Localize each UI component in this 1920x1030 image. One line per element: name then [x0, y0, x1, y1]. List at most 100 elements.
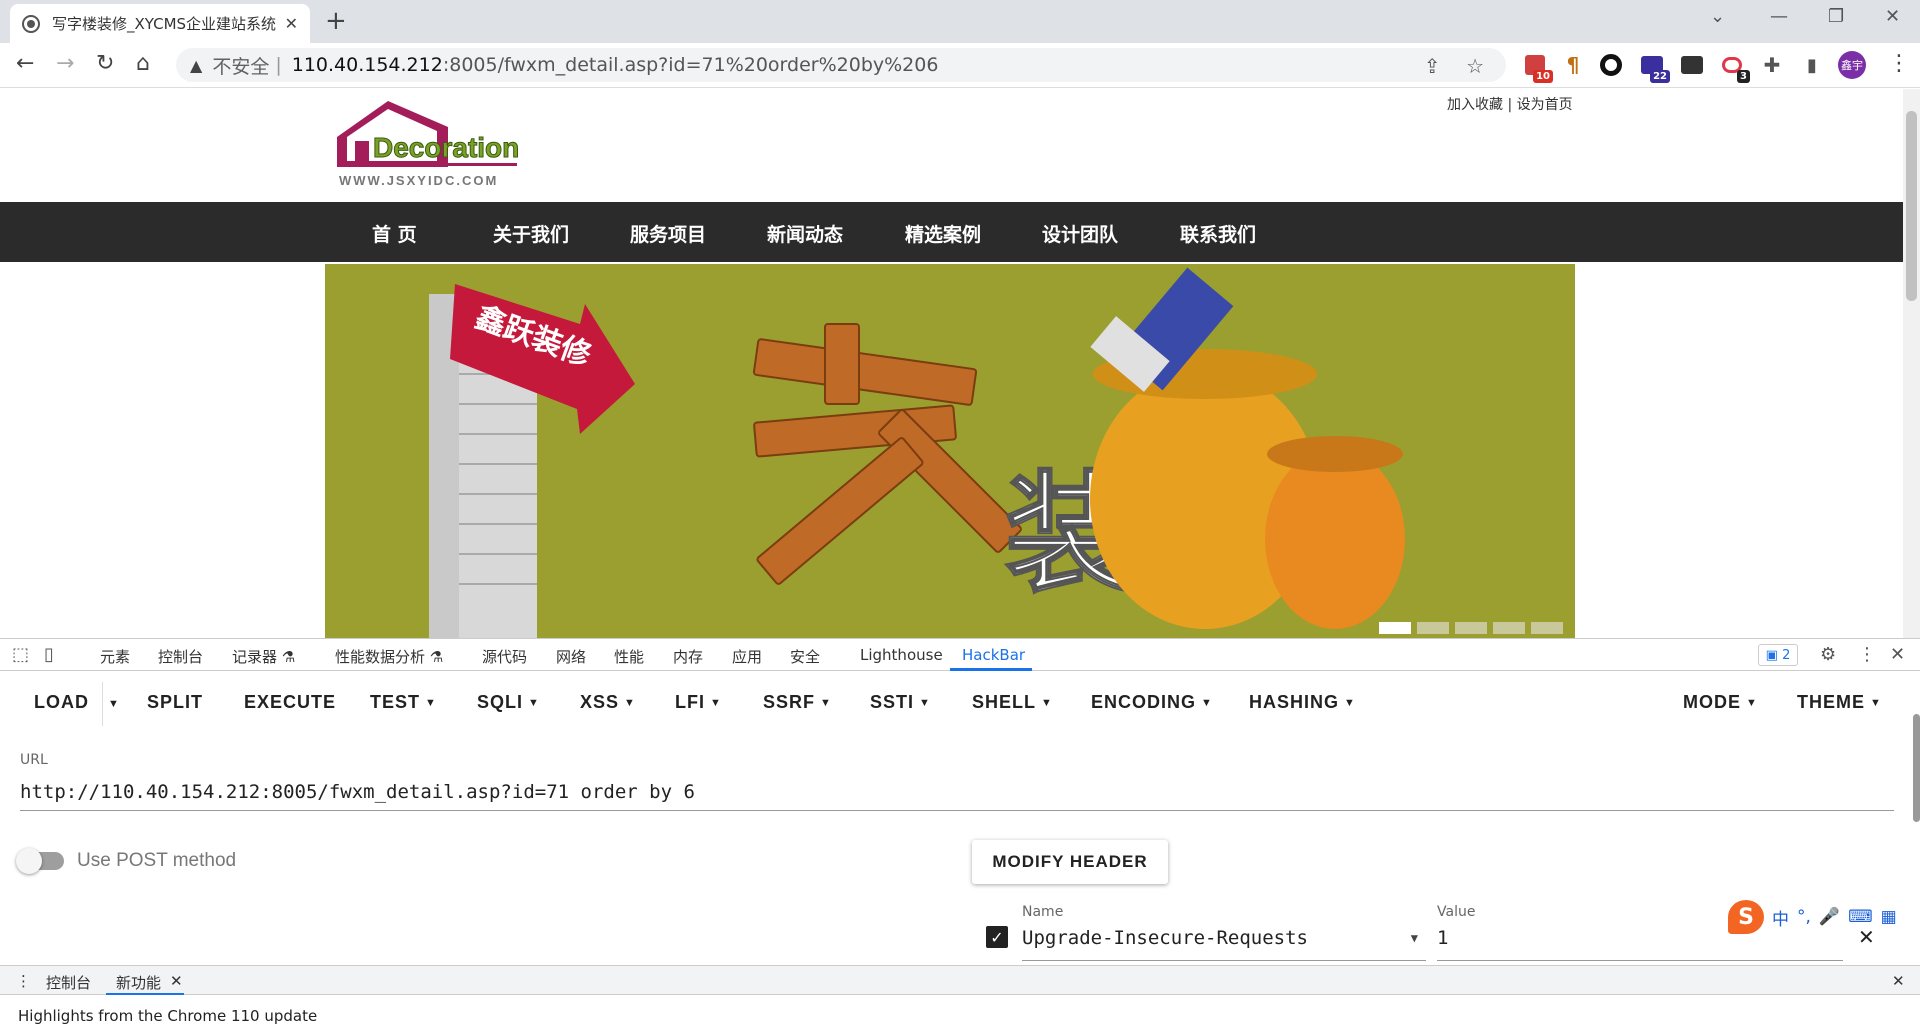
- tab-performance-insights[interactable]: 性能数据分析 ⚗: [335, 646, 443, 667]
- drawer-close-icon[interactable]: ✕: [1892, 972, 1905, 990]
- nav-item-services[interactable]: 服务项目: [630, 220, 706, 247]
- shell-menu[interactable]: SHELL ▼: [972, 692, 1053, 713]
- extension-badge: 3: [1737, 70, 1750, 83]
- nav-item-contact[interactable]: 联系我们: [1180, 220, 1256, 247]
- apps-grid-icon[interactable]: ▦: [1881, 907, 1897, 927]
- drawer-tab-console[interactable]: 控制台: [46, 972, 91, 993]
- header-name-field[interactable]: Upgrade-Insecure-Requests ▼: [1022, 927, 1426, 961]
- drawer-menu-icon[interactable]: ⋮: [16, 972, 31, 990]
- sogou-icon[interactable]: S: [1728, 900, 1764, 934]
- load-button[interactable]: LOAD: [34, 692, 89, 713]
- tab-sources[interactable]: 源代码: [482, 646, 527, 667]
- drawer-tab-whats-new[interactable]: 新功能: [116, 972, 161, 993]
- logo-url: WWW.JSXYIDC.COM: [339, 173, 498, 188]
- circle-extension-icon[interactable]: [1599, 53, 1623, 77]
- nav-item-news[interactable]: 新闻动态: [767, 220, 843, 247]
- hackbar-scrollbar[interactable]: [1910, 672, 1920, 852]
- ssti-menu[interactable]: SSTI ▼: [870, 692, 931, 713]
- terminal-extension-icon[interactable]: [1680, 53, 1704, 77]
- device-toolbar-icon[interactable]: ▯: [44, 644, 54, 665]
- slider-dot[interactable]: [1531, 622, 1563, 634]
- tab-close-icon[interactable]: ✕: [285, 14, 298, 33]
- banner-slider[interactable]: 鑫跃装修 装: [325, 264, 1575, 638]
- tab-hackbar[interactable]: HackBar: [962, 646, 1025, 664]
- share-icon[interactable]: ⇪: [1424, 54, 1441, 78]
- window-close-icon[interactable]: ✕: [1885, 6, 1900, 27]
- tab-recorder[interactable]: 记录器 ⚗: [232, 646, 295, 667]
- bookmark-star-icon[interactable]: ☆: [1466, 54, 1484, 78]
- modify-header-button[interactable]: MODIFY HEADER: [972, 840, 1168, 884]
- issues-badge[interactable]: ▣ 2: [1758, 644, 1798, 666]
- microphone-icon[interactable]: 🎤: [1819, 907, 1840, 927]
- address-bar[interactable]: ▲ 不安全 | 110.40.154.212 :8005/fwxm_detail…: [176, 48, 1506, 82]
- address-path: :8005/fwxm_detail.asp?id=71%20order%20by…: [442, 54, 939, 76]
- split-button[interactable]: SPLIT: [147, 692, 203, 713]
- sqli-menu[interactable]: SQLI ▼: [477, 692, 540, 713]
- tab-memory[interactable]: 内存: [673, 646, 703, 667]
- tab-security[interactable]: 安全: [790, 646, 820, 667]
- slider-dot[interactable]: [1417, 622, 1449, 634]
- issues-count: 2: [1782, 647, 1791, 663]
- drawer-tab-close-icon[interactable]: ✕: [170, 972, 183, 990]
- nav-item-about[interactable]: 关于我们: [493, 220, 569, 247]
- link-extension-icon[interactable]: 3: [1720, 53, 1750, 83]
- nav-item-cases[interactable]: 精选案例: [905, 220, 981, 247]
- page-scrollbar[interactable]: [1903, 89, 1920, 638]
- home-icon[interactable]: ⌂: [136, 51, 150, 76]
- cap-extension-icon[interactable]: 22: [1640, 53, 1670, 83]
- tab-elements[interactable]: 元素: [100, 646, 130, 667]
- puzzle-icon[interactable]: ✚: [1760, 53, 1784, 77]
- lfi-menu[interactable]: LFI ▼: [675, 692, 722, 713]
- site-logo[interactable]: Decoration WWW.JSXYIDC.COM: [333, 97, 558, 192]
- extension-badge: 10: [1533, 70, 1553, 83]
- url-label: URL: [20, 752, 48, 768]
- tab-lighthouse[interactable]: Lighthouse: [860, 646, 943, 664]
- devtools-close-icon[interactable]: ✕: [1890, 644, 1905, 665]
- ssrf-menu[interactable]: SSRF ▼: [763, 692, 832, 713]
- ime-chinese-toggle[interactable]: 中: [1772, 905, 1789, 930]
- tab-application[interactable]: 应用: [732, 646, 762, 667]
- nav-item-team[interactable]: 设计团队: [1042, 220, 1118, 247]
- gear-icon[interactable]: ⚙: [1820, 644, 1836, 665]
- url-input[interactable]: http://110.40.154.212:8005/fwxm_detail.a…: [20, 775, 1894, 811]
- restore-icon[interactable]: ❐: [1828, 6, 1844, 27]
- forward-icon[interactable]: →: [56, 51, 74, 76]
- security-label[interactable]: 不安全: [212, 52, 269, 79]
- execute-button[interactable]: EXECUTE: [244, 692, 336, 713]
- tab-search-icon[interactable]: ⌄: [1710, 6, 1725, 27]
- side-panel-icon[interactable]: ▮: [1800, 53, 1824, 77]
- menu-kebab-icon[interactable]: ⋮: [1888, 51, 1910, 76]
- header-enabled-checkbox[interactable]: ✓: [986, 926, 1008, 948]
- nav-item-home[interactable]: 首 页: [372, 220, 417, 247]
- chevron-down-icon[interactable]: ▼: [1411, 931, 1418, 945]
- banner-artwork: 鑫跃装修 装: [429, 267, 1405, 638]
- slider-dot[interactable]: [1455, 622, 1487, 634]
- avatar[interactable]: 鑫宇: [1838, 51, 1866, 79]
- paragraph-extension-icon[interactable]: ¶: [1561, 53, 1585, 77]
- encoding-menu[interactable]: ENCODING ▼: [1091, 692, 1213, 713]
- reload-icon[interactable]: ↻: [96, 51, 114, 76]
- tab-console[interactable]: 控制台: [158, 646, 203, 667]
- tab-network[interactable]: 网络: [556, 646, 586, 667]
- devtools-menu-icon[interactable]: ⋮: [1858, 644, 1876, 665]
- address-separator: |: [275, 54, 282, 76]
- extension-icon[interactable]: 10: [1523, 53, 1553, 83]
- test-menu[interactable]: TEST ▼: [370, 692, 437, 713]
- tab-performance[interactable]: 性能: [614, 646, 644, 667]
- new-tab-button[interactable]: +: [325, 8, 347, 34]
- back-icon[interactable]: ←: [16, 51, 34, 76]
- minimize-icon[interactable]: —: [1770, 6, 1788, 27]
- inspect-icon[interactable]: ⬚: [12, 644, 29, 665]
- keyboard-icon[interactable]: ⌨: [1848, 907, 1873, 927]
- top-links[interactable]: 加入收藏 | 设为首页: [1447, 94, 1573, 114]
- post-method-toggle[interactable]: [16, 848, 64, 874]
- hashing-menu[interactable]: HASHING ▼: [1249, 692, 1356, 713]
- mode-menu[interactable]: MODE ▼: [1683, 692, 1758, 713]
- ime-punct-toggle[interactable]: °,: [1797, 907, 1811, 927]
- slider-dot-active[interactable]: [1379, 622, 1411, 634]
- theme-menu[interactable]: THEME ▼: [1797, 692, 1882, 713]
- browser-tab[interactable]: 写字楼装修_XYCMS企业建站系统 ✕: [10, 4, 310, 43]
- xss-menu[interactable]: XSS ▼: [580, 692, 636, 713]
- slider-dot[interactable]: [1493, 622, 1525, 634]
- load-dropdown-icon[interactable]: ▼: [108, 698, 120, 710]
